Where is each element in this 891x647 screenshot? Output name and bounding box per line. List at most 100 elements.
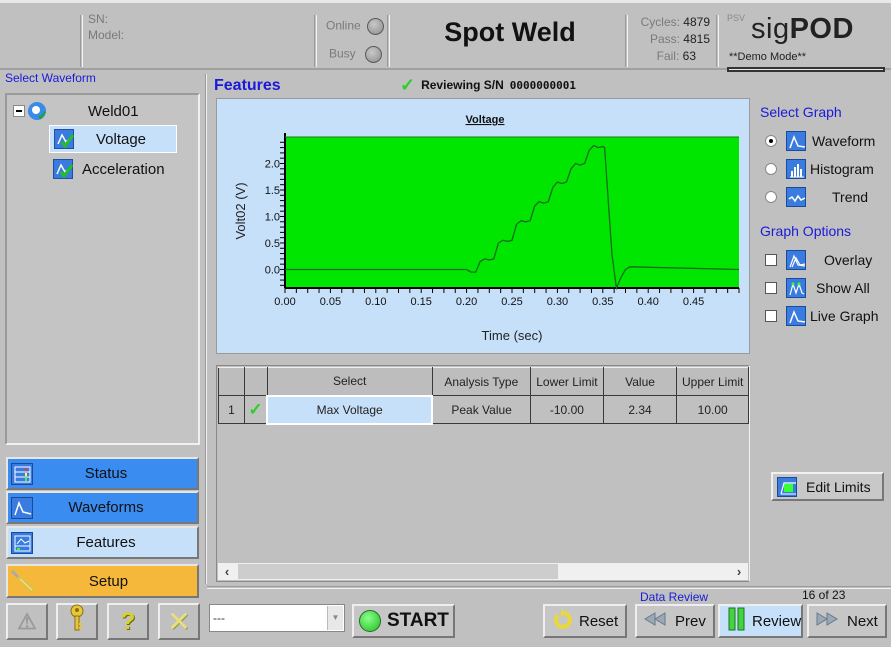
checkbox-live-graph[interactable] (765, 310, 777, 322)
review-label: Review (752, 612, 802, 630)
x-tick-label: 0.10 (365, 296, 386, 308)
x-tick-label: 0.30 (547, 296, 568, 308)
x-tick-label: 0.20 (456, 296, 477, 308)
divider (716, 15, 719, 67)
key-button[interactable] (56, 603, 98, 640)
reset-icon (553, 608, 573, 634)
nav-label: Waveforms (68, 499, 144, 516)
column-header[interactable]: Upper Limit (676, 367, 749, 396)
option-label: Waveform (812, 133, 876, 149)
warning-button[interactable]: ⚠ (6, 603, 48, 640)
scroll-right-icon[interactable]: › (730, 563, 748, 580)
fail-label: Fail: (656, 49, 680, 63)
features-icon (11, 531, 33, 554)
tree-item-acceleration[interactable]: Acceleration (53, 155, 165, 183)
screwdriver-icon (8, 568, 38, 594)
nav-setup-button[interactable]: Setup (6, 564, 199, 598)
tree-root-weld01[interactable]: ✓ Weld01 (13, 97, 139, 125)
header-bar: SN: Model: Online Busy Spot Weld Cycles:… (0, 0, 891, 72)
y-axis-label: Volt02 (V) (233, 182, 248, 239)
row-select-cell[interactable]: Max Voltage (266, 394, 434, 425)
column-header[interactable]: Select (266, 367, 433, 396)
reset-button[interactable]: Reset (543, 604, 627, 638)
reviewing-status: ✓ Reviewing S/N 0000000001 (400, 75, 576, 95)
x-tick-label: 0.25 (501, 296, 522, 308)
close-icon: ✕ (167, 606, 191, 637)
next-button[interactable]: Next (807, 604, 887, 638)
radio-histogram[interactable] (765, 163, 777, 175)
help-icon: ? (120, 607, 136, 635)
brand-prefix: PSV (727, 13, 746, 23)
y-tick-label: 1.0 (265, 211, 280, 223)
row-upper-limit: 10.00 (676, 395, 749, 424)
row-value: 2.34 (602, 395, 678, 424)
warning-icon: ⚠ (17, 608, 37, 634)
online-label: Online (326, 18, 361, 33)
pass-value: 4815 (683, 32, 710, 46)
option-label: Histogram (810, 161, 874, 177)
x-axis-label: Time (sec) (482, 328, 543, 343)
sigpod-logo: PSV sigPOD **Demo Mode** (727, 7, 887, 72)
chart-svg: Voltage Volt02 (V) Time (sec) 0.00 0.05 0.… (233, 114, 740, 343)
main-divider (205, 74, 207, 584)
nav-status-button[interactable]: Status (6, 457, 199, 490)
dropdown-arrow-icon[interactable]: ▼ (327, 606, 343, 630)
start-button[interactable]: START (352, 604, 455, 638)
product-select[interactable]: --- ▼ (209, 604, 345, 632)
nav-waveforms-button[interactable]: Waveforms (6, 491, 199, 524)
tree-item-voltage[interactable]: Voltage (49, 125, 177, 153)
exit-button[interactable]: ✕ (158, 603, 200, 640)
demo-mode-label: **Demo Mode** (729, 51, 807, 63)
divider (80, 15, 83, 67)
table-header-row: Select Analysis Type Lower Limit Value U… (218, 367, 749, 396)
nav-features-button[interactable]: Features (6, 526, 199, 559)
x-tick-label: 0.05 (320, 296, 341, 308)
page-title: Features (214, 77, 281, 94)
option-label: Show All (816, 280, 870, 296)
graph-option-show-all[interactable]: Show All (765, 276, 870, 300)
column-header[interactable]: Lower Limit (530, 367, 604, 396)
graph-option-waveform[interactable]: Waveform (765, 129, 875, 153)
brand-bold: POD (789, 13, 854, 45)
overlay-icon (786, 250, 806, 270)
combo-value: --- (213, 611, 225, 625)
help-button[interactable]: ? (107, 603, 149, 640)
online-led-icon (367, 18, 385, 35)
bottom-divider (207, 586, 891, 589)
column-header[interactable]: Analysis Type (431, 367, 532, 396)
checkbox-overlay[interactable] (765, 254, 777, 266)
prev-button[interactable]: Prev (635, 604, 715, 638)
show-all-icon (786, 278, 806, 298)
pass-label: Pass: (649, 32, 680, 46)
brand-name: sigPOD (751, 13, 854, 46)
graph-option-histogram[interactable]: Histogram (765, 157, 874, 181)
column-header (218, 367, 245, 396)
review-button[interactable]: Review (718, 604, 803, 638)
check-icon: ✓ (400, 75, 416, 95)
graph-option-live-graph[interactable]: Live Graph (765, 304, 878, 328)
edit-limits-button[interactable]: Edit Limits (771, 472, 884, 501)
option-label: Live Graph (810, 308, 879, 324)
scrollbar-thumb[interactable] (238, 564, 558, 579)
graph-options-title: Graph Options (760, 223, 852, 239)
option-label: Overlay (824, 252, 873, 268)
horizontal-scrollbar[interactable]: ‹ › (218, 563, 748, 580)
busy-label: Busy (329, 46, 356, 61)
graph-option-trend[interactable]: Trend (765, 185, 868, 209)
column-header[interactable]: Value (602, 367, 678, 396)
start-led-icon (359, 610, 381, 632)
row-analysis-type: Peak Value (431, 395, 532, 424)
scroll-left-icon[interactable]: ‹ (218, 563, 236, 580)
edit-limits-label: Edit Limits (806, 478, 871, 495)
row-status: ✓ (243, 395, 268, 424)
table-row[interactable]: 1 ✓ Max Voltage Peak Value -10.00 2.34 1… (218, 394, 749, 425)
reviewing-label: Reviewing S/N (421, 78, 504, 92)
collapse-icon[interactable] (13, 105, 25, 117)
radio-waveform[interactable] (765, 135, 777, 147)
tree-item-label: Voltage (95, 130, 147, 148)
checkbox-show-all[interactable] (765, 282, 777, 294)
graph-option-overlay[interactable]: Overlay (765, 248, 872, 272)
busy-indicator: Busy (329, 46, 383, 63)
radio-trend[interactable] (765, 191, 777, 203)
live-graph-icon (786, 306, 806, 326)
